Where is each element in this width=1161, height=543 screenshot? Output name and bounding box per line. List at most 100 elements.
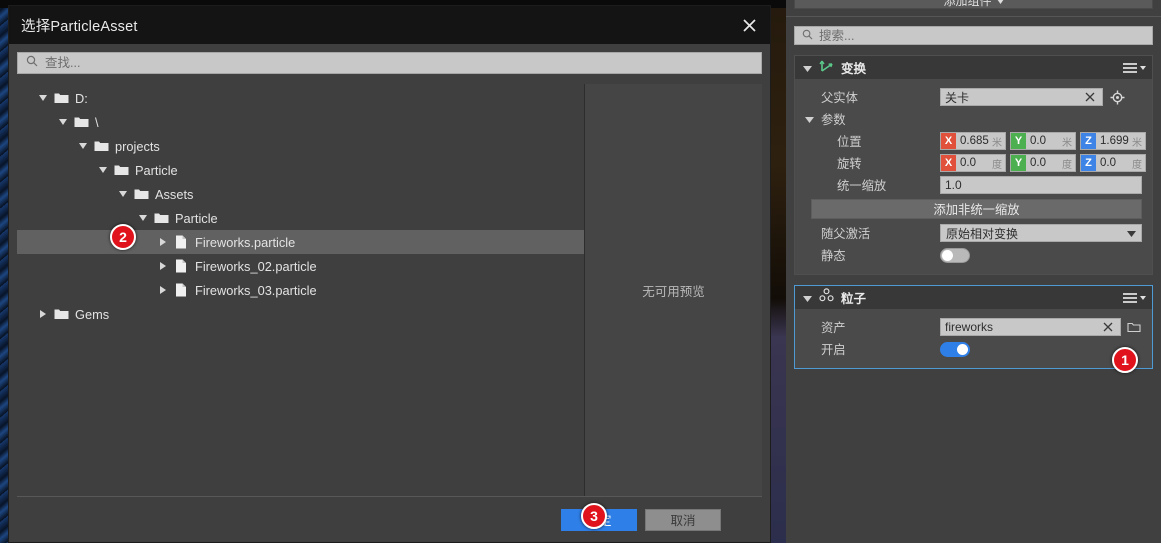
particle-enabled-toggle[interactable] [940,341,970,357]
position-row: 位置 X 0.685 米 Y 0.0 米 Z 1.699 米 [795,130,1152,152]
file-icon [171,235,191,249]
parent-entity-field[interactable]: 关卡 [940,88,1103,106]
step-marker-2: 2 [110,224,136,250]
search-input[interactable] [45,56,753,70]
particle-asset-field[interactable]: fireworks [940,318,1121,336]
tree-item[interactable]: \ [17,110,584,134]
position-x-field[interactable]: X 0.685 米 [940,132,1006,150]
transform-section-header[interactable]: 变换 [795,56,1152,79]
position-z-value: 1.699 [1100,135,1129,147]
particle-enabled-row: 开启 [795,338,1152,360]
close-icon[interactable] [1082,89,1098,105]
rotation-x-field[interactable]: X 0.0 度 [940,154,1006,172]
chevron-down-icon[interactable] [805,112,814,126]
tree-item[interactable]: D: [17,86,584,110]
toggle-knob [957,343,968,355]
position-y-field[interactable]: Y 0.0 米 [1010,132,1076,150]
chevron-right-icon[interactable] [35,302,51,326]
parent-activation-row: 随父激活 原始相对变换 [795,222,1152,244]
parent-activation-value: 原始相对变换 [946,226,1019,241]
chevron-down-icon[interactable] [35,86,51,110]
inspector-search-input[interactable] [819,28,1145,43]
chevron-down-icon[interactable] [803,289,812,307]
chevron-right-icon[interactable] [155,254,171,278]
parent-activation-label: 随父激活 [821,227,871,241]
position-z-field[interactable]: Z 1.699 米 [1080,132,1146,150]
axis-tag-z: Z [1081,155,1096,171]
rotation-z-unit: 度 [1132,159,1142,171]
tree-item-label: Fireworks.particle [195,234,296,250]
target-picker-icon[interactable] [1109,89,1125,105]
tree-item-label: Particle [135,162,178,178]
folder-icon [71,116,91,128]
inspector-divider [786,16,1161,17]
dialog-footer: 确定 取消 [17,496,762,542]
uniform-scale-field[interactable]: 1.0 [940,176,1142,194]
parameters-row[interactable]: 参数 [795,108,1152,130]
folder-browse-icon[interactable] [1126,319,1142,335]
dialog-title: 选择ParticleAsset [21,18,138,35]
static-toggle[interactable] [940,247,970,263]
chevron-down-icon[interactable] [803,59,812,77]
particle-asset-value: fireworks [945,320,994,334]
folder-icon [151,212,171,224]
chevron-down-icon[interactable] [135,206,151,230]
chevron-down-icon[interactable] [95,158,111,182]
folder-icon [91,140,111,152]
rotation-row: 旋转 X 0.0 度 Y 0.0 度 Z 0.0 度 [795,152,1152,174]
static-row: 静态 [795,244,1152,266]
close-icon[interactable] [1100,319,1116,335]
hamburger-menu-icon[interactable] [1122,292,1146,304]
hamburger-menu-icon[interactable] [1122,62,1146,74]
rotation-label: 旋转 [837,157,862,171]
parent-activation-dropdown[interactable]: 原始相对变换 [940,224,1142,242]
rotation-z-field[interactable]: Z 0.0 度 [1080,154,1146,172]
particle-nodes-icon [819,288,834,307]
close-icon[interactable] [734,10,764,40]
tree-item[interactable]: Fireworks_03.particle [17,278,584,302]
dialog-panes: D: \ projects Particle Assets Particle Firewor… [17,84,762,496]
rotation-y-value: 0.0 [1030,157,1046,169]
particle-section-header[interactable]: 粒子 [795,286,1152,309]
rotation-y-field[interactable]: Y 0.0 度 [1010,154,1076,172]
tree-item[interactable]: Gems [17,302,584,326]
chevron-right-icon[interactable] [155,230,171,254]
add-component-button[interactable]: 添加组件 [794,0,1153,9]
tree-item[interactable]: Fireworks_02.particle [17,254,584,278]
parent-entity-row: 父实体 关卡 [795,86,1152,108]
position-axes: X 0.685 米 Y 0.0 米 Z 1.699 米 [940,132,1146,150]
uniform-scale-value: 1.0 [945,178,962,192]
chevron-down-icon [1127,226,1136,240]
search-icon [26,54,38,72]
asset-search-field[interactable] [17,52,762,74]
step-marker-1: 1 [1112,347,1138,373]
tree-item[interactable]: Fireworks.particle [17,230,584,254]
add-component-label: 添加组件 [943,0,992,8]
asset-tree[interactable]: D: \ projects Particle Assets Particle Firewor… [17,84,584,496]
tree-item[interactable]: Assets [17,182,584,206]
tree-item[interactable]: Particle [17,158,584,182]
file-icon [171,259,191,273]
particle-enabled-label: 开启 [821,343,846,357]
dialog-body: D: \ projects Particle Assets Particle Firewor… [9,44,770,496]
tree-item[interactable]: projects [17,134,584,158]
position-label: 位置 [837,135,862,149]
asset-preview-pane: 无可用预览 [584,84,762,496]
chevron-down-icon[interactable] [75,134,91,158]
parent-entity-value: 关卡 [945,90,970,105]
toggle-knob [942,249,953,261]
parameters-group: 参数 [795,110,940,128]
folder-icon [51,92,71,104]
position-z-unit: 米 [1132,137,1142,149]
chevron-down-icon[interactable] [55,110,71,134]
chevron-down-icon[interactable] [115,182,131,206]
inspector-search-field[interactable] [794,26,1153,45]
tree-item-label: \ [95,114,99,130]
static-label: 静态 [821,249,846,263]
transform-section: 变换 父实体 关卡 参数 位置 X 0.685 米 Y 0.0 米 Z 1.69… [794,55,1153,275]
add-nonuniform-scale-button[interactable]: 添加非统一缩放 [811,199,1142,219]
cancel-button[interactable]: 取消 [645,508,721,531]
tree-item[interactable]: Particle [17,206,584,230]
chevron-right-icon[interactable] [155,278,171,302]
uniform-scale-row: 统一缩放 1.0 [795,174,1152,196]
